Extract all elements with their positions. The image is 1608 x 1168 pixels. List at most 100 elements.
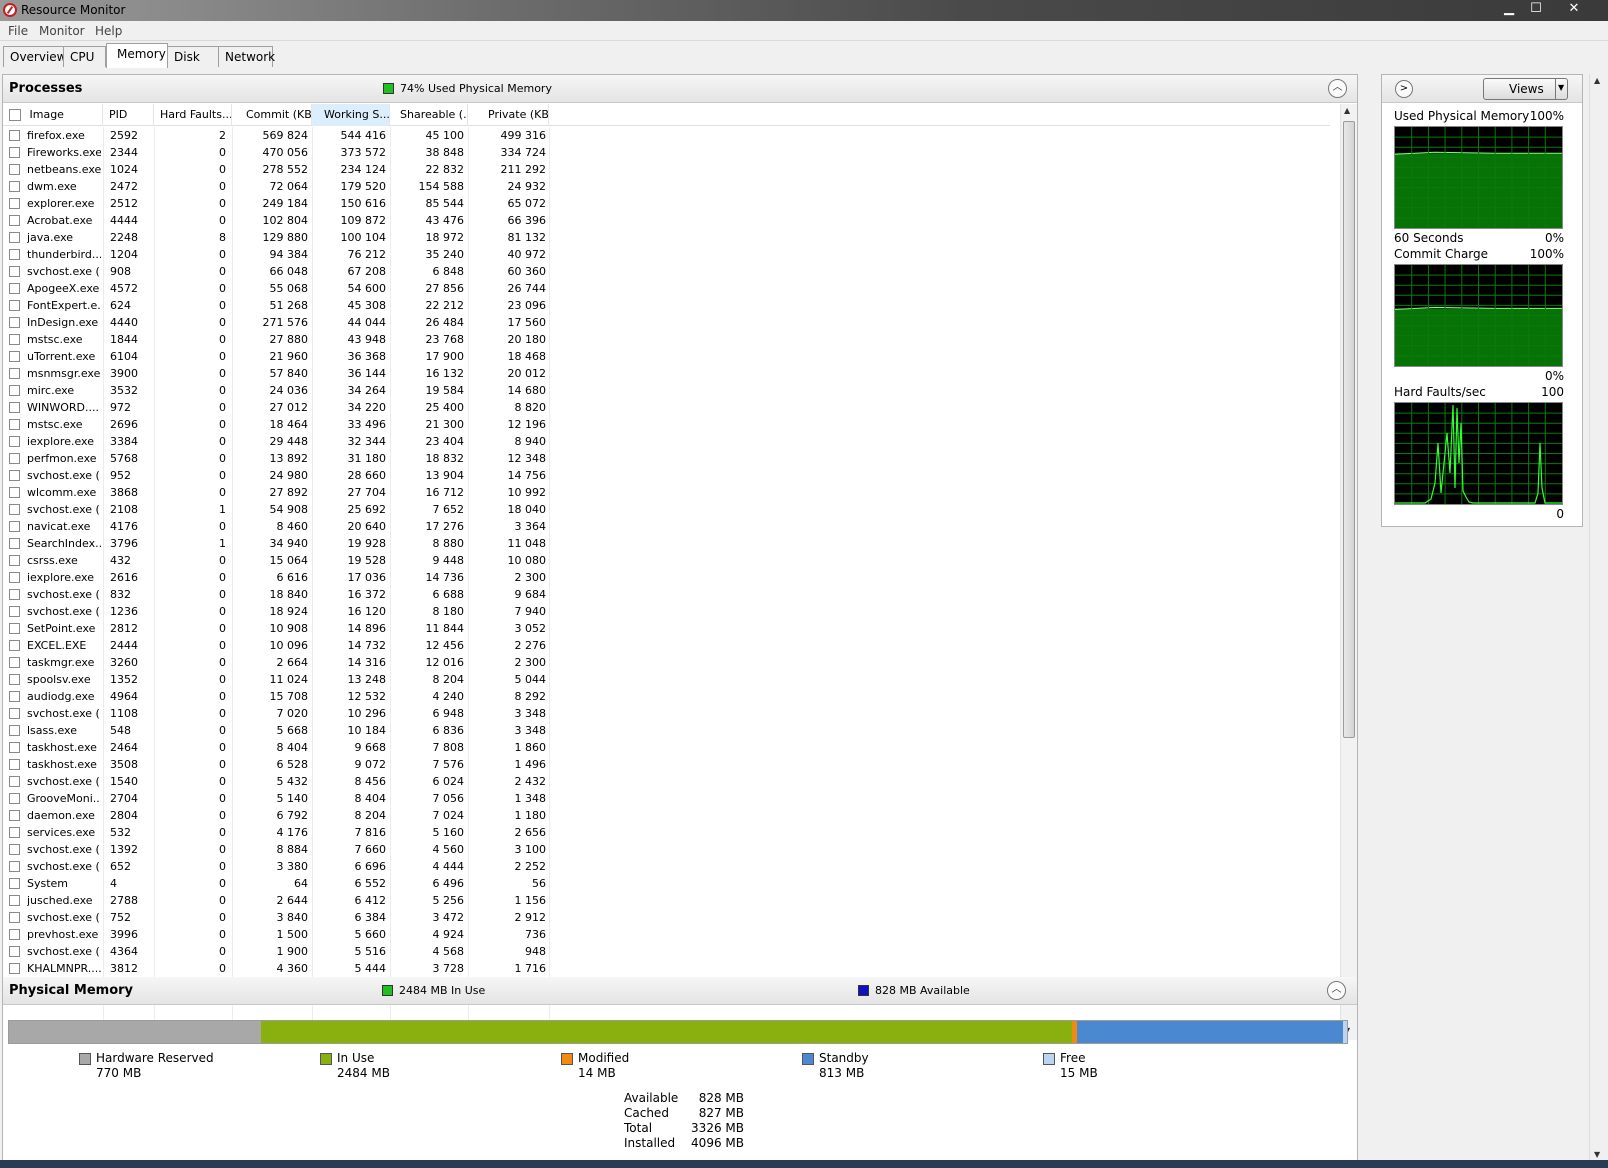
row-checkbox[interactable] <box>9 895 20 906</box>
column-commit[interactable]: Commit (KB) <box>232 104 312 126</box>
menu-monitor[interactable]: Monitor <box>39 24 85 38</box>
row-checkbox[interactable] <box>9 504 20 515</box>
row-checkbox[interactable] <box>9 572 20 583</box>
menu-file[interactable]: File <box>8 24 28 38</box>
views-button[interactable]: Views ▼ <box>1483 78 1568 100</box>
row-checkbox[interactable] <box>9 623 20 634</box>
row-checkbox[interactable] <box>9 827 20 838</box>
table-row[interactable]: svchost.exe (... 908 0 66 048 67 208 6 848 60 … <box>3 263 546 280</box>
table-row[interactable]: spoolsv.exe 1352 0 11 024 13 248 8 204 5 044 <box>3 671 546 688</box>
scroll-down-arrow-icon[interactable]: ▼ <box>1594 1150 1600 1159</box>
row-checkbox[interactable] <box>9 487 20 498</box>
table-row[interactable]: jusched.exe 2788 0 2 644 6 412 5 256 1 156 <box>3 892 546 909</box>
row-checkbox[interactable] <box>9 912 20 923</box>
table-row[interactable]: thunderbird... 1204 0 94 384 76 212 35 240 40 … <box>3 246 546 263</box>
row-checkbox[interactable] <box>9 147 20 158</box>
row-checkbox[interactable] <box>9 266 20 277</box>
column-hard-faults[interactable]: Hard Faults... <box>154 104 232 126</box>
row-checkbox[interactable] <box>9 674 20 685</box>
row-checkbox[interactable] <box>9 810 20 821</box>
table-row[interactable]: lsass.exe 548 0 5 668 10 184 6 836 3 348 <box>3 722 546 739</box>
table-row[interactable]: EXCEL.EXE 2444 0 10 096 14 732 12 456 2 276 <box>3 637 546 654</box>
row-checkbox[interactable] <box>9 946 20 957</box>
table-row[interactable]: dwm.exe 2472 0 72 064 179 520 154 588 24 932 <box>3 178 546 195</box>
minimize-button[interactable]: ▁ <box>1495 0 1523 18</box>
row-checkbox[interactable] <box>9 589 20 600</box>
table-row[interactable]: mirc.exe 3532 0 24 036 34 264 19 584 14 680 <box>3 382 546 399</box>
table-row[interactable]: svchost.exe (... 1236 0 18 924 16 120 8 180 7 … <box>3 603 546 620</box>
row-checkbox[interactable] <box>9 368 20 379</box>
scrollbar-thumb[interactable] <box>1343 121 1355 738</box>
table-row[interactable]: GrooveMoni... 2704 0 5 140 8 404 7 056 1 348 <box>3 790 546 807</box>
row-checkbox[interactable] <box>9 555 20 566</box>
table-row[interactable]: audiodg.exe 4964 0 15 708 12 532 4 240 8 292 <box>3 688 546 705</box>
row-checkbox[interactable] <box>9 130 20 141</box>
row-checkbox[interactable] <box>9 640 20 651</box>
row-checkbox[interactable] <box>9 657 20 668</box>
table-row[interactable]: iexplore.exe 3384 0 29 448 32 344 23 404 8 940 <box>3 433 546 450</box>
row-checkbox[interactable] <box>9 963 20 974</box>
table-row[interactable]: svchost.exe (... 1392 0 8 884 7 660 4 560 3 10… <box>3 841 546 858</box>
table-row[interactable]: java.exe 2248 8 129 880 100 104 18 972 81 132 <box>3 229 546 246</box>
row-checkbox[interactable] <box>9 776 20 787</box>
table-row[interactable]: svchost.exe (... 1108 0 7 020 10 296 6 948 3 3… <box>3 705 546 722</box>
close-button[interactable]: ✕ <box>1560 0 1588 18</box>
column-private[interactable]: Private (KB) <box>468 104 549 126</box>
table-row[interactable]: SearchIndex... 3796 1 34 940 19 928 8 880 11 0… <box>3 535 546 552</box>
chevron-up-icon[interactable]: ︿ <box>1327 981 1346 1000</box>
table-row[interactable]: taskhost.exe 2464 0 8 404 9 668 7 808 1 860 <box>3 739 546 756</box>
row-checkbox[interactable] <box>9 385 20 396</box>
window-scrollbar[interactable]: ▲ ▼ <box>1589 74 1607 1164</box>
table-row[interactable]: prevhost.exe 3996 0 1 500 5 660 4 924 736 <box>3 926 546 943</box>
maximize-button[interactable]: ☐ <box>1522 0 1550 18</box>
table-row[interactable]: svchost.exe (... 752 0 3 840 6 384 3 472 2 912 <box>3 909 546 926</box>
row-checkbox[interactable] <box>9 334 20 345</box>
scroll-up-arrow-icon[interactable]: ▲ <box>1594 76 1600 85</box>
table-row[interactable]: explorer.exe 2512 0 249 184 150 616 85 544 65 … <box>3 195 546 212</box>
table-row[interactable]: wlcomm.exe 3868 0 27 892 27 704 16 712 10 992 <box>3 484 546 501</box>
table-row[interactable]: perfmon.exe 5768 0 13 892 31 180 18 832 12 348 <box>3 450 546 467</box>
table-row[interactable]: svchost.exe (... 1540 0 5 432 8 456 6 024 2 43… <box>3 773 546 790</box>
table-row[interactable]: navicat.exe 4176 0 8 460 20 640 17 276 3 364 <box>3 518 546 535</box>
row-checkbox[interactable] <box>9 436 20 447</box>
table-row[interactable]: services.exe 532 0 4 176 7 816 5 160 2 656 <box>3 824 546 841</box>
table-row[interactable]: mstsc.exe 1844 0 27 880 43 948 23 768 20 180 <box>3 331 546 348</box>
column-working-set[interactable]: Working S... <box>312 104 390 126</box>
table-row[interactable]: svchost.exe (... 952 0 24 980 28 660 13 904 14… <box>3 467 546 484</box>
table-row[interactable]: FontExpert.e... 624 0 51 268 45 308 22 212 23 … <box>3 297 546 314</box>
table-row[interactable]: WINWORD.... 972 0 27 012 34 220 25 400 8 820 <box>3 399 546 416</box>
row-checkbox[interactable] <box>9 742 20 753</box>
table-row[interactable]: daemon.exe 2804 0 6 792 8 204 7 024 1 180 <box>3 807 546 824</box>
table-row[interactable]: InDesign.exe 4440 0 271 576 44 044 26 484 17 5… <box>3 314 546 331</box>
table-row[interactable]: Acrobat.exe 4444 0 102 804 109 872 43 476 66 3… <box>3 212 546 229</box>
column-shareable[interactable]: Shareable (... <box>390 104 468 126</box>
physical-memory-header[interactable]: Physical Memory 2484 MB In Use 828 MB Av… <box>3 977 1357 1005</box>
scroll-up-arrow-icon[interactable]: ▲ <box>1344 106 1350 115</box>
row-checkbox[interactable] <box>9 283 20 294</box>
table-row[interactable]: KHALMNPR.... 3812 0 4 360 5 444 3 728 1 716 <box>3 960 546 977</box>
row-checkbox[interactable] <box>9 351 20 362</box>
table-row[interactable]: svchost.exe (... 4364 0 1 900 5 516 4 568 948 <box>3 943 546 960</box>
row-checkbox[interactable] <box>9 691 20 702</box>
table-row[interactable]: netbeans.exe 1024 0 278 552 234 124 22 832 211… <box>3 161 546 178</box>
table-row[interactable]: uTorrent.exe 6104 0 21 960 36 368 17 900 18 46… <box>3 348 546 365</box>
tab-overview[interactable]: Overview <box>3 46 67 67</box>
process-list-scrollbar[interactable]: ▲ ▼ <box>1340 104 1357 1040</box>
table-row[interactable]: ApogeeX.exe 4572 0 55 068 54 600 27 856 26 744 <box>3 280 546 297</box>
row-checkbox[interactable] <box>9 453 20 464</box>
column-image[interactable]: Image <box>3 104 103 126</box>
row-checkbox[interactable] <box>9 181 20 192</box>
row-checkbox[interactable] <box>9 606 20 617</box>
row-checkbox[interactable] <box>9 198 20 209</box>
tab-memory[interactable]: Memory <box>106 43 168 68</box>
row-checkbox[interactable] <box>9 929 20 940</box>
row-checkbox[interactable] <box>9 215 20 226</box>
row-checkbox[interactable] <box>9 793 20 804</box>
table-row[interactable]: svchost.exe (... 832 0 18 840 16 372 6 688 9 6… <box>3 586 546 603</box>
row-checkbox[interactable] <box>9 708 20 719</box>
row-checkbox[interactable] <box>9 521 20 532</box>
table-row[interactable]: mstsc.exe 2696 0 18 464 33 496 21 300 12 196 <box>3 416 546 433</box>
table-row[interactable]: iexplore.exe 2616 0 6 616 17 036 14 736 2 300 <box>3 569 546 586</box>
row-checkbox[interactable] <box>9 232 20 243</box>
column-pid[interactable]: PID <box>103 104 154 126</box>
